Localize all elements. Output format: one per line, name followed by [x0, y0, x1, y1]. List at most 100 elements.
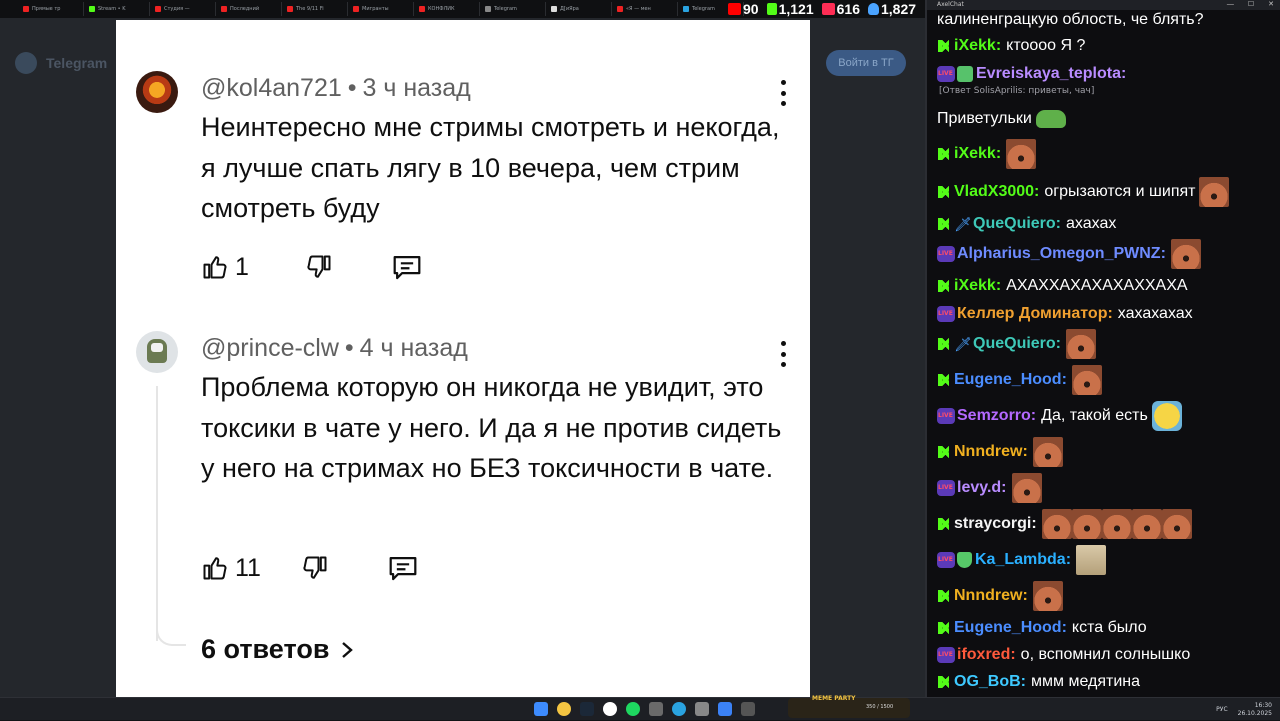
chat-username[interactable]: QueQuiero: [973, 335, 1061, 353]
kick-badge-icon [937, 147, 950, 161]
browser-tab[interactable]: Последний [218, 2, 282, 16]
chat-message: Приветульки [937, 105, 1279, 133]
tab-favicon-icon [23, 6, 29, 12]
more-options-icon[interactable] [778, 341, 788, 367]
chat-username[interactable]: levy.d: [957, 479, 1007, 497]
dislike-button[interactable] [305, 253, 333, 281]
chat-username[interactable]: iXekk: [954, 145, 1001, 163]
kick-badge-icon [937, 39, 950, 53]
chat-emote-icon [1071, 509, 1102, 539]
browser-tab[interactable]: Stream • K [86, 2, 150, 16]
chat-username[interactable]: Eugene_Hood: [954, 371, 1067, 389]
chat-message: iXekk: АХАХХАХАХАХАХХАХА [937, 272, 1279, 300]
like-button[interactable]: 11 [201, 554, 261, 583]
youtube-comments-panel: @kol4an721 • 3 ч назад Неинтересно мне стр… [116, 20, 810, 697]
obs-icon[interactable] [603, 702, 617, 716]
chat-username[interactable]: Semzorro: [957, 407, 1036, 425]
chat-message: OG_BoB: ммм медятина [937, 668, 1279, 696]
browser-tab[interactable]: Мигранты [350, 2, 414, 16]
comment-author[interactable]: @kol4an721 [201, 74, 342, 102]
chrome-icon[interactable] [557, 702, 571, 716]
steam-icon[interactable] [580, 702, 594, 716]
comment-meta: @prince-clw • 4 ч назад [201, 334, 468, 362]
like-count: 1 [235, 252, 249, 281]
browser-tab[interactable]: Д[иЯра [548, 2, 612, 16]
tab-favicon-icon [221, 6, 227, 12]
tab-favicon-icon [155, 6, 161, 12]
chat-reply-context: [Ответ SolisAprilis: приветы, чач] [939, 86, 1095, 96]
browser-tab[interactable]: «Я — мен [614, 2, 678, 16]
chat-username[interactable]: iXekk: [954, 277, 1001, 295]
kick-badge-icon [937, 337, 950, 351]
browser-tab-label: Прямые тр [32, 6, 61, 12]
chat-message-text: калиненграцкую облость, че блять? [937, 11, 1204, 28]
tray-language[interactable]: РУС [1216, 706, 1227, 713]
reply-button[interactable] [387, 553, 419, 583]
app-icon[interactable] [649, 702, 663, 716]
youtube-viewer-count: 90 [728, 1, 759, 17]
telegram-icon[interactable] [672, 702, 686, 716]
browser-tab[interactable]: Прямые тр [20, 2, 84, 16]
total-count-value: 1,827 [880, 1, 917, 17]
axelchat-icon[interactable] [718, 702, 732, 716]
chat-message: 🗡 QueQuiero: ахахах [937, 210, 1279, 238]
chat-username[interactable]: Келлер Доминатор: [957, 305, 1113, 323]
reply-button[interactable] [391, 252, 423, 282]
thumbs-up-icon [203, 557, 227, 580]
telegram-login-button[interactable]: Войти в ТГ [826, 50, 906, 76]
youtube-count-value: 90 [743, 1, 759, 17]
chat-username[interactable]: Alpharius_Omegon_PWNZ: [957, 245, 1166, 263]
chat-username[interactable]: VladX3000: [954, 183, 1039, 201]
replies-toggle-button[interactable]: 6 ответов [201, 634, 355, 665]
app-icon[interactable] [741, 702, 755, 716]
tab-favicon-icon [485, 6, 491, 12]
kick-badge-icon [937, 621, 950, 635]
more-options-icon[interactable] [778, 80, 788, 106]
chat-username[interactable]: QueQuiero: [973, 215, 1061, 233]
chat-message-text: ктоооо Я ? [1006, 37, 1086, 54]
chat-username[interactable]: Ka_Lambda: [975, 551, 1071, 569]
chat-message: iXekk: ктоооо Я ? [937, 32, 1279, 60]
dislike-button[interactable] [301, 554, 329, 582]
chat-message: Alpharius_Omegon_PWNZ: [937, 239, 1279, 269]
chat-username[interactable]: Evreiskaya_teplota: [976, 65, 1126, 83]
browser-tab-label: Студия — [164, 6, 190, 12]
live-badge-icon [937, 480, 955, 496]
live-badge-icon [937, 246, 955, 262]
chat-message-text: Да, такой есть [1041, 407, 1148, 424]
tab-favicon-icon [353, 6, 359, 12]
chat-username[interactable]: Eugene_Hood: [954, 619, 1067, 637]
viewer-counters: 90 1,121 616 1,827 [728, 0, 916, 18]
browser-tab[interactable]: The 9/11 Fi [284, 2, 348, 16]
chat-emote-icon [1041, 509, 1072, 539]
browser-tab[interactable]: Студия — [152, 2, 216, 16]
comment-author[interactable]: @prince-clw [201, 334, 339, 362]
comment-actions: 11 [201, 551, 419, 585]
chat-message: Evreiskaya_teplota: [937, 60, 1279, 88]
chat-username[interactable]: OG_BoB: [954, 673, 1026, 691]
thumbs-up-icon [203, 256, 227, 279]
browser-tab[interactable]: Telegram [482, 2, 546, 16]
chat-message: ifoxred:о, вспомнил солнышко [937, 641, 1279, 669]
chat-username[interactable]: straycorgi: [954, 515, 1037, 533]
tab-favicon-icon [551, 6, 557, 12]
browser-tab-label: «Я — мен [626, 6, 651, 12]
chat-username[interactable]: iXekk: [954, 37, 1001, 55]
vk-viewer-count: 616 [821, 1, 860, 17]
chat-username[interactable]: Nnndrew: [954, 443, 1028, 461]
clock[interactable]: 16:30 26.10.2025 [1238, 702, 1272, 718]
avatar[interactable] [136, 71, 178, 113]
live-badge-icon [937, 552, 955, 568]
comment-text: Проблема которую он никогда не увидит, э… [201, 372, 782, 483]
chevron-right-icon [342, 641, 354, 658]
chat-username[interactable]: Nnndrew: [954, 587, 1028, 605]
app-icon[interactable] [695, 702, 709, 716]
start-icon[interactable] [534, 702, 548, 716]
chat-message: калиненграцкую облость, че блять? [937, 6, 1279, 34]
chat-username[interactable]: ifoxred: [957, 646, 1016, 664]
avatar[interactable] [136, 331, 178, 373]
spotify-icon[interactable] [626, 702, 640, 716]
browser-tab[interactable]: КОНФЛИК [416, 2, 480, 16]
telegram-title: Telegram [46, 55, 108, 71]
like-button[interactable]: 1 [201, 253, 249, 282]
